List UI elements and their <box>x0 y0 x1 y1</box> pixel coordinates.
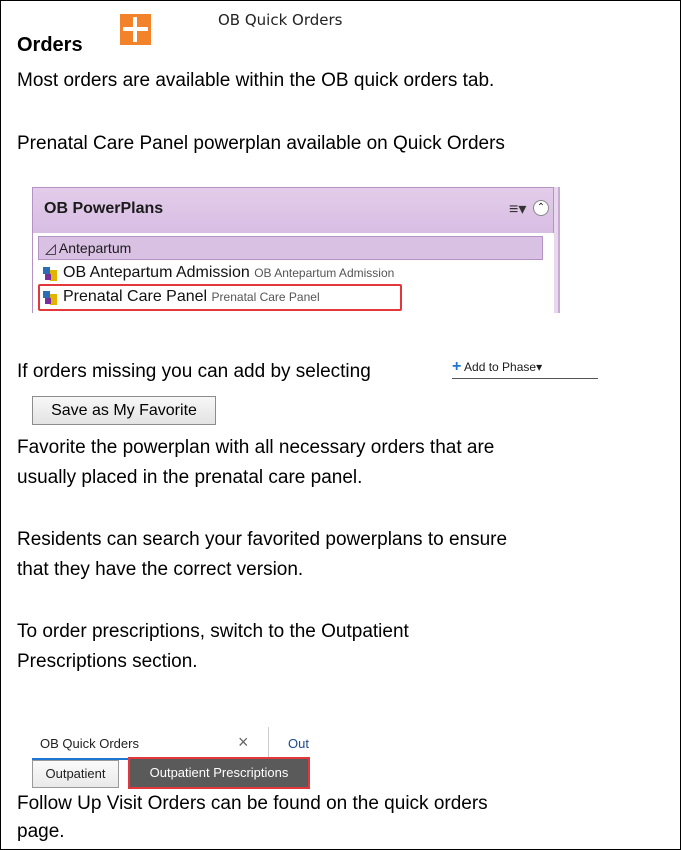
paragraph-residents-line1: Residents can search your favorited powe… <box>17 529 508 550</box>
order-tabs: OB Quick Orders × Out <box>32 727 312 760</box>
paragraph-prescriptions-line1: To order prescriptions, switch to the Ou… <box>17 621 409 642</box>
add-to-phase-button[interactable]: + Add to Phase▾ <box>452 358 598 379</box>
dropdown-caret-icon: ▾ <box>536 360 543 374</box>
orders-heading: Orders <box>17 34 83 56</box>
add-to-phase-label: Add to Phase <box>464 360 537 374</box>
tab-divider <box>268 727 269 758</box>
collapse-triangle-icon: ◿ <box>45 240 59 256</box>
paragraph-orders-available: Most orders are available within the OB … <box>17 70 495 91</box>
section-label: Antepartum <box>58 240 132 256</box>
document-frame <box>0 0 681 850</box>
quick-orders-grid-icon[interactable] <box>120 14 151 45</box>
paragraph-add-missing: If orders missing you can add by selecti… <box>17 361 371 382</box>
plus-icon: + <box>452 358 462 375</box>
tab-ob-quick-orders[interactable]: OB Quick Orders × <box>32 727 268 760</box>
save-as-favorite-button[interactable]: Save as My Favorite <box>32 396 216 425</box>
paragraph-favorite-line1: Favorite the powerplan with all necessar… <box>17 437 495 458</box>
section-antepartum[interactable]: ◿ Antepartum <box>38 236 543 260</box>
powerplan-name: OB Antepartum Admission <box>63 264 250 281</box>
outpatient-button[interactable]: Outpatient <box>32 760 119 788</box>
panel-edge <box>558 187 560 313</box>
collapse-icon[interactable]: ⌃ <box>533 200 549 216</box>
tab-label: OB Quick Orders <box>40 736 139 751</box>
quick-orders-tab-label[interactable]: OB Quick Orders <box>218 11 343 29</box>
powerplan-icon <box>43 267 57 281</box>
powerplans-header: OB PowerPlans ≡▾ ⌃ <box>32 187 554 233</box>
menu-dropdown-icon[interactable]: ≡▾ <box>509 199 526 219</box>
outpatient-prescriptions-button[interactable]: Outpatient Prescriptions <box>128 757 310 789</box>
close-icon[interactable]: × <box>238 732 249 753</box>
paragraph-prescriptions-line2: Prescriptions section. <box>17 651 198 672</box>
powerplans-title: OB PowerPlans <box>44 200 164 217</box>
paragraph-follow-up-line2: page. <box>17 821 65 842</box>
paragraph-residents-line2: that they have the correct version. <box>17 559 304 580</box>
prenatal-highlight-box <box>38 284 402 311</box>
tab-outpatient-partial[interactable]: Out <box>288 736 309 751</box>
paragraph-prenatal-panel: Prenatal Care Panel powerplan available … <box>17 133 505 154</box>
powerplan-subtitle: OB Antepartum Admission <box>254 266 395 280</box>
paragraph-follow-up-line1: Follow Up Visit Orders can be found on t… <box>17 793 488 814</box>
paragraph-favorite-line2: usually placed in the prenatal care pane… <box>17 467 363 488</box>
